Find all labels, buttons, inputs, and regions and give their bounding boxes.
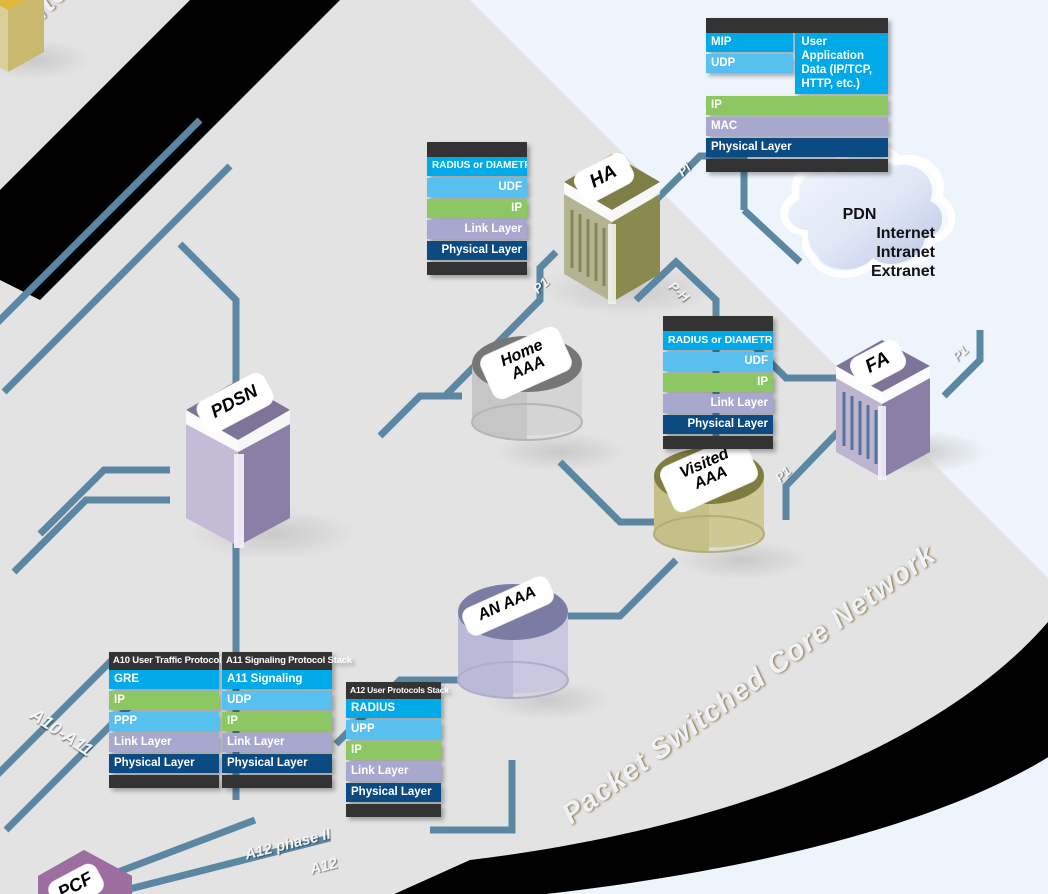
- protocol-stack-a11[interactable]: A11 Signaling Protocol Stack A11 Signali…: [222, 652, 352, 788]
- stack-cap-bottom: [663, 436, 773, 449]
- stack-row-radius-or-diametr[interactable]: RADIUS or DIAMETR: [663, 331, 773, 350]
- stack-rows: RADIUS or DIAMETR UDF IP Link Layer Phys…: [663, 331, 773, 434]
- stack-cap-bottom: [346, 804, 441, 817]
- node-an-aaa[interactable]: AN AAA: [452, 574, 574, 718]
- protocol-stack-mip[interactable]: MIP UDP User Application Data (IP/TCP, H…: [706, 18, 888, 172]
- stack-row-ip[interactable]: IP: [663, 373, 773, 392]
- node-ha[interactable]: HA: [552, 148, 672, 308]
- stack-row-link-layer[interactable]: Link Layer: [663, 394, 773, 413]
- stack-cap-bottom: [706, 159, 888, 172]
- stack-row-ip[interactable]: IP: [346, 741, 441, 760]
- stack-cap-bottom: [109, 775, 219, 788]
- stack-row-ip[interactable]: IP: [109, 691, 219, 710]
- stack-row-link-layer[interactable]: Link Layer: [222, 733, 332, 752]
- stack-rows: RADIUS or DIAMETR UDF IP Link Layer Phys…: [427, 157, 527, 260]
- stack-rows: MIP UDP User Application Data (IP/TCP, H…: [706, 33, 888, 157]
- node-topleft-partial[interactable]: [0, 0, 78, 86]
- stack-cap-top: [427, 142, 527, 157]
- stack-cap-top: [663, 316, 773, 331]
- stack-row-udf[interactable]: UDF: [427, 178, 527, 197]
- link-aaa-home: [377, 392, 462, 439]
- stack-row-udp[interactable]: UDP: [222, 691, 332, 710]
- stack-row-physical-layer[interactable]: Physical Layer: [222, 754, 332, 773]
- stack-row-udf[interactable]: UDF: [663, 352, 773, 371]
- stack-rows: A11 Signaling UDP IP Link Layer Physical…: [222, 670, 332, 773]
- stack-row-ppp[interactable]: PPP: [109, 712, 219, 731]
- protocol-stack-visited-radius[interactable]: RADIUS or DIAMETR UDF IP Link Layer Phys…: [663, 316, 773, 449]
- stack-row-user-application-data[interactable]: User Application Data (IP/TCP, HTTP, etc…: [795, 33, 888, 94]
- node-fa[interactable]: FA: [826, 334, 942, 484]
- stack-row-physical-layer[interactable]: Physical Layer: [109, 754, 219, 773]
- protocol-stack-ha-radius[interactable]: RADIUS or DIAMETR UDF IP Link Layer Phys…: [427, 142, 527, 275]
- stack-row-link-layer[interactable]: Link Layer: [346, 762, 441, 781]
- stack-title-a11: A11 Signaling Protocol Stack: [222, 652, 352, 670]
- stack-row-physical-layer[interactable]: Physical Layer: [663, 415, 773, 434]
- stack-row-physical-layer[interactable]: Physical Layer: [427, 241, 527, 260]
- node-pdsn[interactable]: PDSN: [174, 370, 304, 552]
- stack-row-gre[interactable]: GRE: [109, 670, 219, 689]
- stack-row-radius[interactable]: RADIUS: [346, 699, 441, 718]
- stack-cap-bottom: [427, 262, 527, 275]
- stack-row-ip[interactable]: IP: [706, 96, 888, 115]
- stack-row-link-layer[interactable]: Link Layer: [427, 220, 527, 239]
- stack-row-a11-signaling[interactable]: A11 Signaling: [222, 670, 332, 689]
- stack-row-mip[interactable]: MIP: [706, 33, 794, 52]
- link-pdsn-a11: [11, 496, 170, 575]
- stack-title-a12: A12 User Protocols Stack: [346, 682, 449, 699]
- protocol-stack-group-a10-a11: A10 User Traffic Protocol Stack GRE IP P…: [109, 652, 352, 788]
- stack-row-radius-or-diametr[interactable]: RADIUS or DIAMETR: [427, 157, 527, 176]
- stack-split-left: MIP UDP: [706, 33, 794, 94]
- stack-cap-top: [706, 18, 888, 33]
- link-an-aaa-down: [430, 760, 516, 834]
- stack-split-row: MIP UDP User Application Data (IP/TCP, H…: [706, 33, 888, 94]
- stack-row-ip[interactable]: IP: [427, 199, 527, 218]
- stack-rows: GRE IP PPP Link Layer Physical Layer: [109, 670, 219, 773]
- node-pcf[interactable]: PCF: [24, 842, 144, 894]
- node-home-aaa[interactable]: Home AAA: [466, 324, 588, 460]
- stack-row-link-layer[interactable]: Link Layer: [109, 733, 219, 752]
- stack-row-upp[interactable]: UPP: [346, 720, 441, 739]
- link-fa-p1-right: [941, 330, 984, 399]
- link-a10a11-diag: [0, 657, 115, 777]
- stack-rows: RADIUS UPP IP Link Layer Physical Layer: [346, 699, 441, 802]
- protocol-stack-a12[interactable]: A12 User Protocols Stack RADIUS UPP IP L…: [346, 682, 449, 817]
- stack-title-a10: A10 User Traffic Protocol Stack: [109, 652, 249, 670]
- stack-row-physical-layer[interactable]: Physical Layer: [346, 783, 441, 802]
- stack-row-ip[interactable]: IP: [222, 712, 332, 731]
- link-pi-cloud: [741, 207, 803, 265]
- stack-row-udp[interactable]: UDP: [706, 54, 794, 73]
- stack-row-mac[interactable]: MAC: [706, 117, 888, 136]
- network-diagram-canvas: HA FA PDSN Home AAA Visited AAA AN AAA P…: [0, 0, 1048, 894]
- node-visited-aaa[interactable]: Visited AAA: [648, 433, 770, 572]
- stack-row-physical-layer[interactable]: Physical Layer: [706, 138, 888, 157]
- stack-cap-bottom: [222, 775, 332, 788]
- protocol-stack-a10[interactable]: A10 User Traffic Protocol Stack GRE IP P…: [109, 652, 249, 788]
